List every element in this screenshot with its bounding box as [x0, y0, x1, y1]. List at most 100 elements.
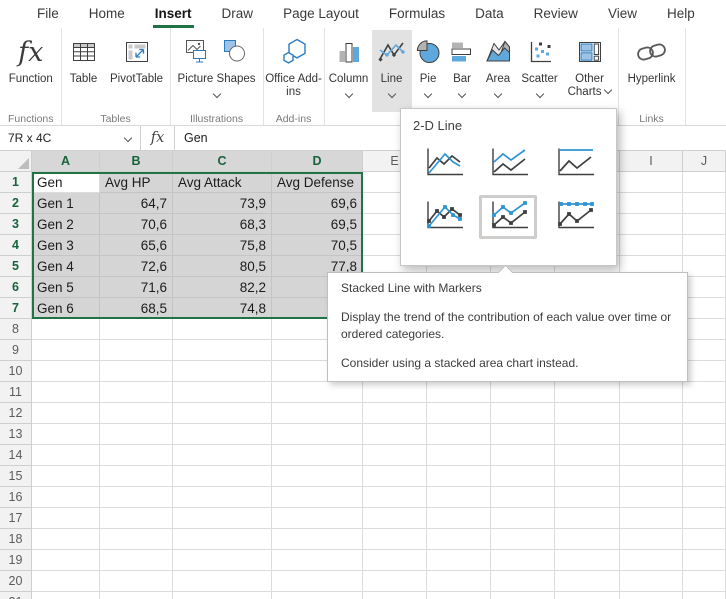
row-header-9[interactable]: 9 [0, 340, 32, 361]
row-header-19[interactable]: 19 [0, 550, 32, 571]
cell-B1[interactable]: Avg HP [100, 172, 173, 193]
cell-A17[interactable] [32, 508, 100, 529]
cell-H16[interactable] [555, 487, 620, 508]
row-header-13[interactable]: 13 [0, 424, 32, 445]
cell-H21[interactable] [555, 592, 620, 599]
cell-C18[interactable] [173, 529, 272, 550]
row-header-21[interactable]: 21 [0, 592, 32, 599]
row-header-2[interactable]: 2 [0, 193, 32, 214]
cell-J8[interactable] [683, 319, 726, 340]
row-header-10[interactable]: 10 [0, 361, 32, 382]
cell-B16[interactable] [100, 487, 173, 508]
cell-F13[interactable] [427, 424, 491, 445]
cell-B9[interactable] [100, 340, 173, 361]
cell-E13[interactable] [363, 424, 427, 445]
cell-B15[interactable] [100, 466, 173, 487]
tab-draw[interactable]: Draw [207, 1, 269, 28]
cell-J9[interactable] [683, 340, 726, 361]
column-header-i[interactable]: I [620, 151, 683, 172]
cell-G19[interactable] [491, 550, 555, 571]
cell-H14[interactable] [555, 445, 620, 466]
cell-D12[interactable] [272, 403, 363, 424]
pivottable-button[interactable]: PivotTable [105, 30, 169, 112]
cell-B5[interactable]: 72,6 [100, 256, 173, 277]
other-charts-button[interactable]: Other Charts [563, 30, 617, 112]
cell-D13[interactable] [272, 424, 363, 445]
cell-A8[interactable] [32, 319, 100, 340]
cell-G15[interactable] [491, 466, 555, 487]
cell-D11[interactable] [272, 382, 363, 403]
row-header-14[interactable]: 14 [0, 445, 32, 466]
stacked-line-100-option[interactable] [545, 142, 603, 186]
function-button[interactable]: fxFunction [3, 30, 59, 112]
line-button[interactable]: Line [372, 30, 412, 112]
cell-J7[interactable] [683, 298, 726, 319]
tab-page-layout[interactable]: Page Layout [268, 1, 374, 28]
cell-I13[interactable] [620, 424, 683, 445]
cell-F20[interactable] [427, 571, 491, 592]
cell-A9[interactable] [32, 340, 100, 361]
tab-help[interactable]: Help [652, 1, 710, 28]
name-box[interactable]: 7R x 4C [0, 126, 141, 150]
cell-J17[interactable] [683, 508, 726, 529]
cell-C12[interactable] [173, 403, 272, 424]
cell-I4[interactable] [620, 235, 683, 256]
cell-A21[interactable] [32, 592, 100, 599]
cell-A1[interactable]: Gen [32, 172, 100, 193]
cell-C7[interactable]: 74,8 [173, 298, 272, 319]
cell-C6[interactable]: 82,2 [173, 277, 272, 298]
tab-view[interactable]: View [593, 1, 652, 28]
cell-E15[interactable] [363, 466, 427, 487]
cell-G13[interactable] [491, 424, 555, 445]
cell-C20[interactable] [173, 571, 272, 592]
column-button[interactable]: Column [326, 30, 372, 112]
scatter-button[interactable]: Scatter [517, 30, 563, 112]
cell-C19[interactable] [173, 550, 272, 571]
cell-C8[interactable] [173, 319, 272, 340]
bar-button[interactable]: Bar [445, 30, 480, 112]
cell-J3[interactable] [683, 214, 726, 235]
tab-file[interactable]: File [22, 1, 74, 28]
cell-C5[interactable]: 80,5 [173, 256, 272, 277]
column-header-d[interactable]: D [272, 151, 363, 172]
cell-B10[interactable] [100, 361, 173, 382]
cell-G11[interactable] [491, 382, 555, 403]
insert-function-button[interactable]: fx [141, 126, 175, 150]
cell-J19[interactable] [683, 550, 726, 571]
cell-E18[interactable] [363, 529, 427, 550]
tab-data[interactable]: Data [460, 1, 519, 28]
cell-F18[interactable] [427, 529, 491, 550]
row-header-11[interactable]: 11 [0, 382, 32, 403]
cell-B11[interactable] [100, 382, 173, 403]
cell-B19[interactable] [100, 550, 173, 571]
cell-J1[interactable] [683, 172, 726, 193]
cell-J11[interactable] [683, 382, 726, 403]
cell-D18[interactable] [272, 529, 363, 550]
cell-G18[interactable] [491, 529, 555, 550]
cell-F12[interactable] [427, 403, 491, 424]
cell-B2[interactable]: 64,7 [100, 193, 173, 214]
cell-G14[interactable] [491, 445, 555, 466]
pie-button[interactable]: Pie [412, 30, 445, 112]
row-header-17[interactable]: 17 [0, 508, 32, 529]
cell-H17[interactable] [555, 508, 620, 529]
stacked-line-option[interactable] [479, 142, 537, 186]
cell-E20[interactable] [363, 571, 427, 592]
cell-A20[interactable] [32, 571, 100, 592]
row-header-12[interactable]: 12 [0, 403, 32, 424]
cell-C2[interactable]: 73,9 [173, 193, 272, 214]
cell-B20[interactable] [100, 571, 173, 592]
office-add-ins-button[interactable]: Office Add-ins [265, 30, 323, 112]
row-header-18[interactable]: 18 [0, 529, 32, 550]
cell-A11[interactable] [32, 382, 100, 403]
cell-I2[interactable] [620, 193, 683, 214]
cell-C1[interactable]: Avg Attack [173, 172, 272, 193]
cell-C16[interactable] [173, 487, 272, 508]
cell-J21[interactable] [683, 592, 726, 599]
cell-I19[interactable] [620, 550, 683, 571]
cell-C9[interactable] [173, 340, 272, 361]
cell-I14[interactable] [620, 445, 683, 466]
row-header-20[interactable]: 20 [0, 571, 32, 592]
cell-A14[interactable] [32, 445, 100, 466]
cell-J15[interactable] [683, 466, 726, 487]
